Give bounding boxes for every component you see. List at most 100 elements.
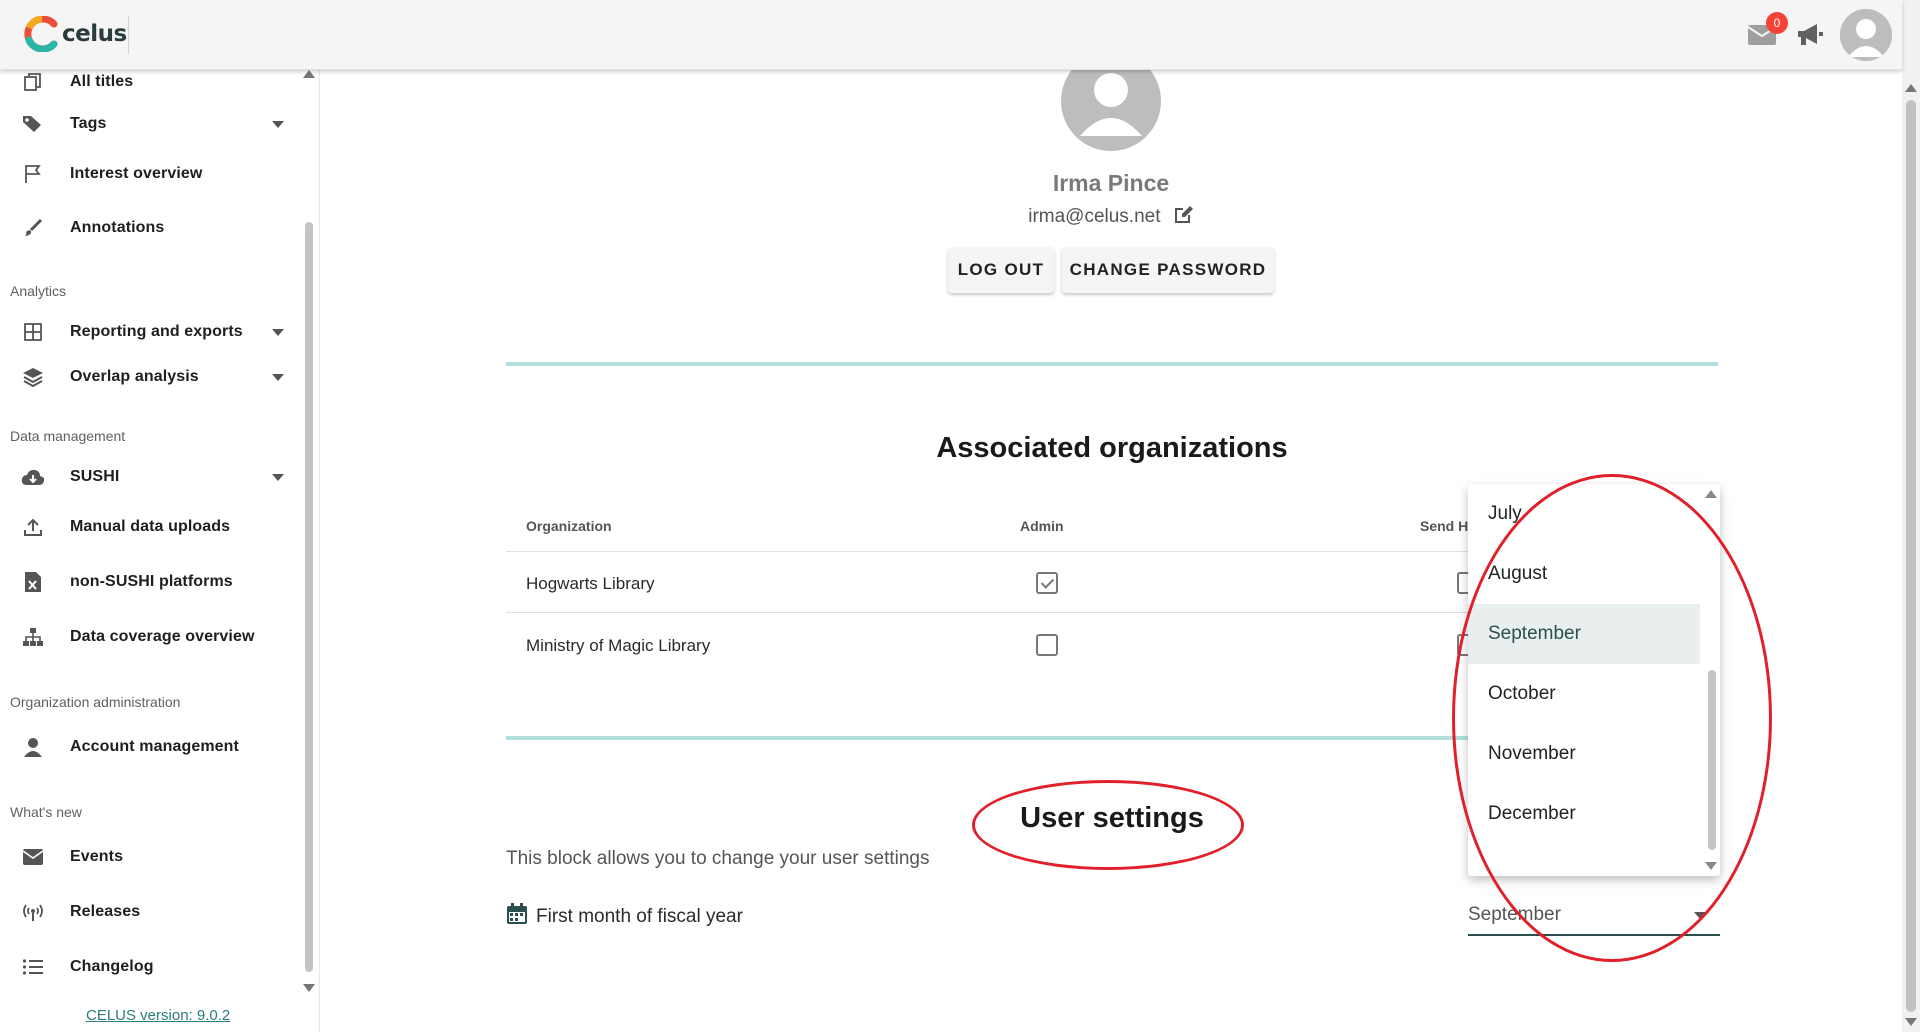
sidebar-item-manual-uploads[interactable]: Manual data uploads	[0, 507, 300, 547]
profile-email-row: irma@celus.net	[840, 204, 1382, 230]
section-divider	[506, 362, 1718, 366]
file-excel-icon	[20, 569, 46, 595]
page-scroll-down[interactable]	[1905, 1018, 1917, 1026]
sidebar-scroll-up[interactable]	[303, 70, 315, 78]
dropdown-scroll-up[interactable]	[1705, 490, 1717, 498]
organization-name: Ministry of Magic Library	[526, 636, 711, 655]
fiscal-month-select[interactable]: September	[1468, 896, 1720, 936]
flag-icon	[20, 161, 46, 187]
dropdown-scroll-down[interactable]	[1705, 862, 1717, 870]
edit-icon[interactable]	[1174, 204, 1194, 230]
chevron-down-icon[interactable]	[272, 473, 284, 481]
main-content: Irma Pince irma@celus.net LOG OUT CHANGE…	[320, 70, 1902, 1032]
sidebar-item-label: SUSHI	[70, 468, 120, 485]
sidebar-item-annotations[interactable]: Annotations	[0, 208, 300, 248]
chevron-down-icon[interactable]	[272, 328, 284, 336]
chevron-down-icon[interactable]	[272, 120, 284, 128]
envelope-icon	[20, 844, 46, 870]
dropdown-option-july[interactable]: July	[1468, 484, 1700, 544]
sidebar-item-label: Account management	[70, 738, 239, 755]
version-link[interactable]: CELUS version: 9.0.2	[86, 1007, 230, 1024]
fiscal-month-value: September	[1468, 904, 1561, 925]
sidebar-scrollbar-thumb[interactable]	[305, 222, 313, 972]
mail-button[interactable]: 0	[1744, 12, 1788, 53]
sitemap-icon	[20, 624, 46, 650]
sidebar-item-label: Reporting and exports	[70, 323, 243, 340]
change-password-button[interactable]: CHANGE PASSWORD	[1062, 247, 1274, 293]
sidebar-item-label: non-SUSHI platforms	[70, 573, 233, 590]
sidebar-item-label: Data coverage overview	[70, 628, 255, 645]
sidebar-item-label: Changelog	[70, 958, 154, 975]
dropdown-option-november[interactable]: November	[1468, 724, 1700, 784]
celus-logo[interactable]: celus	[24, 12, 127, 56]
calendar-icon	[506, 903, 528, 931]
sidebar-item-data-coverage[interactable]: Data coverage overview	[0, 617, 300, 657]
fiscal-month-dropdown: July August September October November D…	[1468, 484, 1720, 876]
sidebar-item-interest-overview[interactable]: Interest overview	[0, 154, 300, 194]
table-divider	[506, 612, 1476, 613]
celus-logo-mark	[24, 15, 60, 53]
upload-icon	[20, 514, 46, 540]
cloud-download-icon	[20, 464, 46, 490]
associated-organizations-title: Associated organizations	[936, 432, 1288, 464]
sidebar-item-label: Interest overview	[70, 165, 203, 182]
sidebar-scroll-down[interactable]	[303, 984, 315, 992]
sidebar-item-sushi[interactable]: SUSHI	[0, 457, 300, 497]
section-header-analytics: Analytics	[10, 283, 67, 299]
profile-email: irma@celus.net	[1028, 206, 1161, 228]
copy-icon	[20, 70, 46, 95]
logout-button[interactable]: LOG OUT	[948, 247, 1054, 293]
sidebar-item-changelog[interactable]: Changelog	[0, 947, 300, 987]
notification-badge: 0	[1766, 12, 1788, 34]
sidebar-item-reporting[interactable]: Reporting and exports	[0, 312, 300, 352]
page-scroll-up[interactable]	[1905, 84, 1917, 92]
top-icons: 0	[1744, 8, 1892, 62]
megaphone-icon	[1798, 24, 1823, 45]
grid-icon	[20, 319, 46, 345]
avatar-icon	[1840, 9, 1892, 61]
dropdown-option-september[interactable]: September	[1468, 604, 1700, 664]
sidebar-item-label: Events	[70, 848, 124, 865]
sidebar-item-label: Tags	[70, 115, 107, 132]
top-app-bar: celus 0	[0, 0, 1902, 70]
chevron-down-icon[interactable]	[272, 373, 284, 381]
brush-icon	[20, 215, 46, 241]
dropdown-scrollbar-thumb[interactable]	[1708, 670, 1716, 850]
sidebar-item-label: Manual data uploads	[70, 518, 231, 535]
page-scrollbar-thumb[interactable]	[1906, 100, 1916, 1012]
layers-icon	[20, 364, 46, 390]
sidebar-item-tags[interactable]: Tags	[0, 104, 300, 144]
admin-checkbox[interactable]	[1036, 572, 1058, 594]
sidebar-item-label: Annotations	[70, 219, 165, 236]
section-header-org-admin: Organization administration	[10, 694, 181, 710]
sidebar-item-label: All titles	[70, 73, 134, 90]
column-header-organization: Organization	[526, 518, 612, 534]
user-settings-description: This block allows you to change your use…	[506, 848, 930, 869]
sidebar-item-all-titles[interactable]: All titles	[0, 70, 300, 102]
profile-name: Irma Pince	[1052, 170, 1170, 196]
fiscal-month-label-row: First month of fiscal year	[506, 903, 743, 931]
sidebar: All titles Tags Interest overview Annota…	[0, 70, 320, 1032]
user-avatar[interactable]	[1840, 9, 1892, 61]
sidebar-item-events[interactable]: Events	[0, 837, 300, 877]
sidebar-item-overlap-analysis[interactable]: Overlap analysis	[0, 357, 300, 397]
section-header-whats-new: What's new	[10, 804, 82, 820]
logo-text: celus	[62, 21, 127, 47]
dropdown-option-october[interactable]: October	[1468, 664, 1700, 724]
user-icon	[20, 734, 46, 760]
sidebar-item-label: Releases	[70, 903, 141, 920]
dropdown-option-august[interactable]: August	[1468, 544, 1700, 604]
profile-avatar	[1060, 70, 1162, 152]
sidebar-item-releases[interactable]: Releases	[0, 892, 300, 932]
sidebar-item-non-sushi[interactable]: non-SUSHI platforms	[0, 562, 300, 602]
section-header-data-management: Data management	[10, 428, 126, 444]
sidebar-item-label: Overlap analysis	[70, 368, 199, 385]
admin-checkbox[interactable]	[1036, 634, 1058, 656]
chevron-down-icon[interactable]	[1694, 912, 1706, 919]
dropdown-option-december[interactable]: December	[1468, 784, 1700, 844]
announcements-button[interactable]	[1792, 17, 1828, 53]
list-icon	[20, 954, 46, 980]
column-header-admin: Admin	[1020, 518, 1064, 534]
broadcast-icon	[20, 899, 46, 925]
sidebar-item-account-management[interactable]: Account management	[0, 727, 300, 767]
